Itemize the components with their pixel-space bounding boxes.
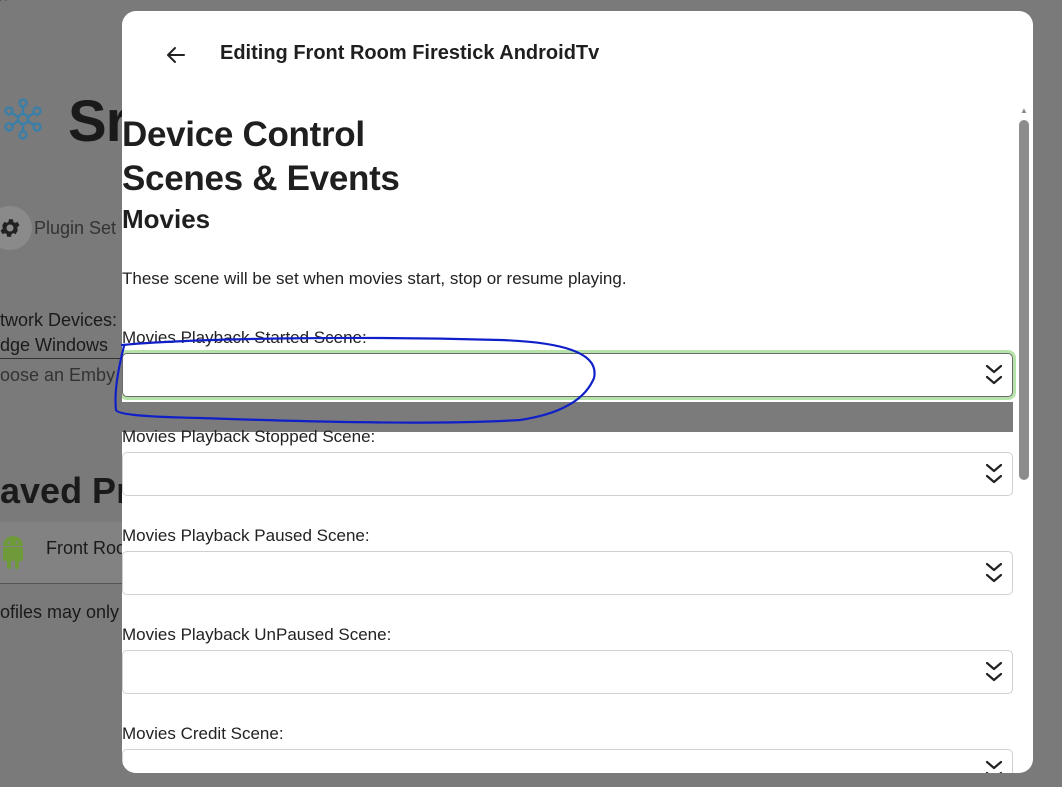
movies-unpaused-label: Movies Playback UnPaused Scene: [122, 625, 392, 644]
chevron-updown-icon [985, 760, 1003, 773]
movies-credit-select[interactable] [122, 749, 1013, 773]
section-description: These scene will be set when movies star… [122, 269, 627, 288]
scrollbar-thumb[interactable] [1019, 120, 1029, 480]
scroll-up-icon[interactable]: ▲ [1019, 105, 1029, 115]
movies-unpaused-select[interactable] [122, 650, 1013, 694]
edge-device-label: dge Windows [0, 335, 109, 355]
network-devices-label: twork Devices: [0, 310, 118, 330]
movies-paused-select[interactable] [122, 551, 1013, 595]
heading-scenes-events: Scenes & Events [122, 159, 400, 198]
dialog-scroll-area[interactable]: Device Control Scenes & Events Movies Th… [122, 97, 1033, 773]
chevron-updown-icon [985, 562, 1003, 583]
edit-device-dialog: Editing Front Room Firestick AndroidTv D… [122, 11, 1033, 773]
back-button[interactable] [162, 41, 190, 69]
movies-started-select[interactable] [122, 353, 1013, 397]
android-icon [3, 536, 23, 569]
movies-stopped-select[interactable] [122, 452, 1013, 496]
gear-icon [0, 206, 32, 250]
profiles-note: ofiles may only [0, 602, 120, 622]
arrow-left-icon [167, 47, 185, 63]
section-movies-heading: Movies [122, 204, 211, 234]
plugin-settings-label: Plugin Set [34, 217, 117, 238]
chevron-updown-icon [985, 463, 1003, 484]
profile-name: Front Roo [46, 538, 127, 558]
network-logo-icon [4, 98, 42, 140]
chevron-updown-icon [985, 661, 1003, 682]
dialog-title: Editing Front Room Firestick AndroidTv [220, 42, 600, 64]
cursor-fragment: ^ [0, 0, 7, 8]
plugin-settings-button[interactable]: Plugin Set [0, 206, 116, 250]
heading-device-control: Device Control [122, 115, 365, 154]
saved-profiles-title: aved Pr [0, 470, 131, 511]
choose-device-label: oose an Emby [0, 365, 116, 385]
chevron-updown-icon [985, 364, 1003, 385]
movies-started-label: Movies Playback Started Scene: [122, 328, 367, 347]
movies-stopped-label: Movies Playback Stopped Scene: [122, 427, 376, 446]
divider [0, 358, 122, 359]
dialog-header: Editing Front Room Firestick AndroidTv [122, 11, 1033, 97]
vertical-scrollbar[interactable]: ▲ [1019, 105, 1029, 485]
movies-credit-label: Movies Credit Scene: [122, 724, 284, 743]
app-title: Sr [68, 89, 128, 154]
movies-paused-label: Movies Playback Paused Scene: [122, 526, 370, 545]
